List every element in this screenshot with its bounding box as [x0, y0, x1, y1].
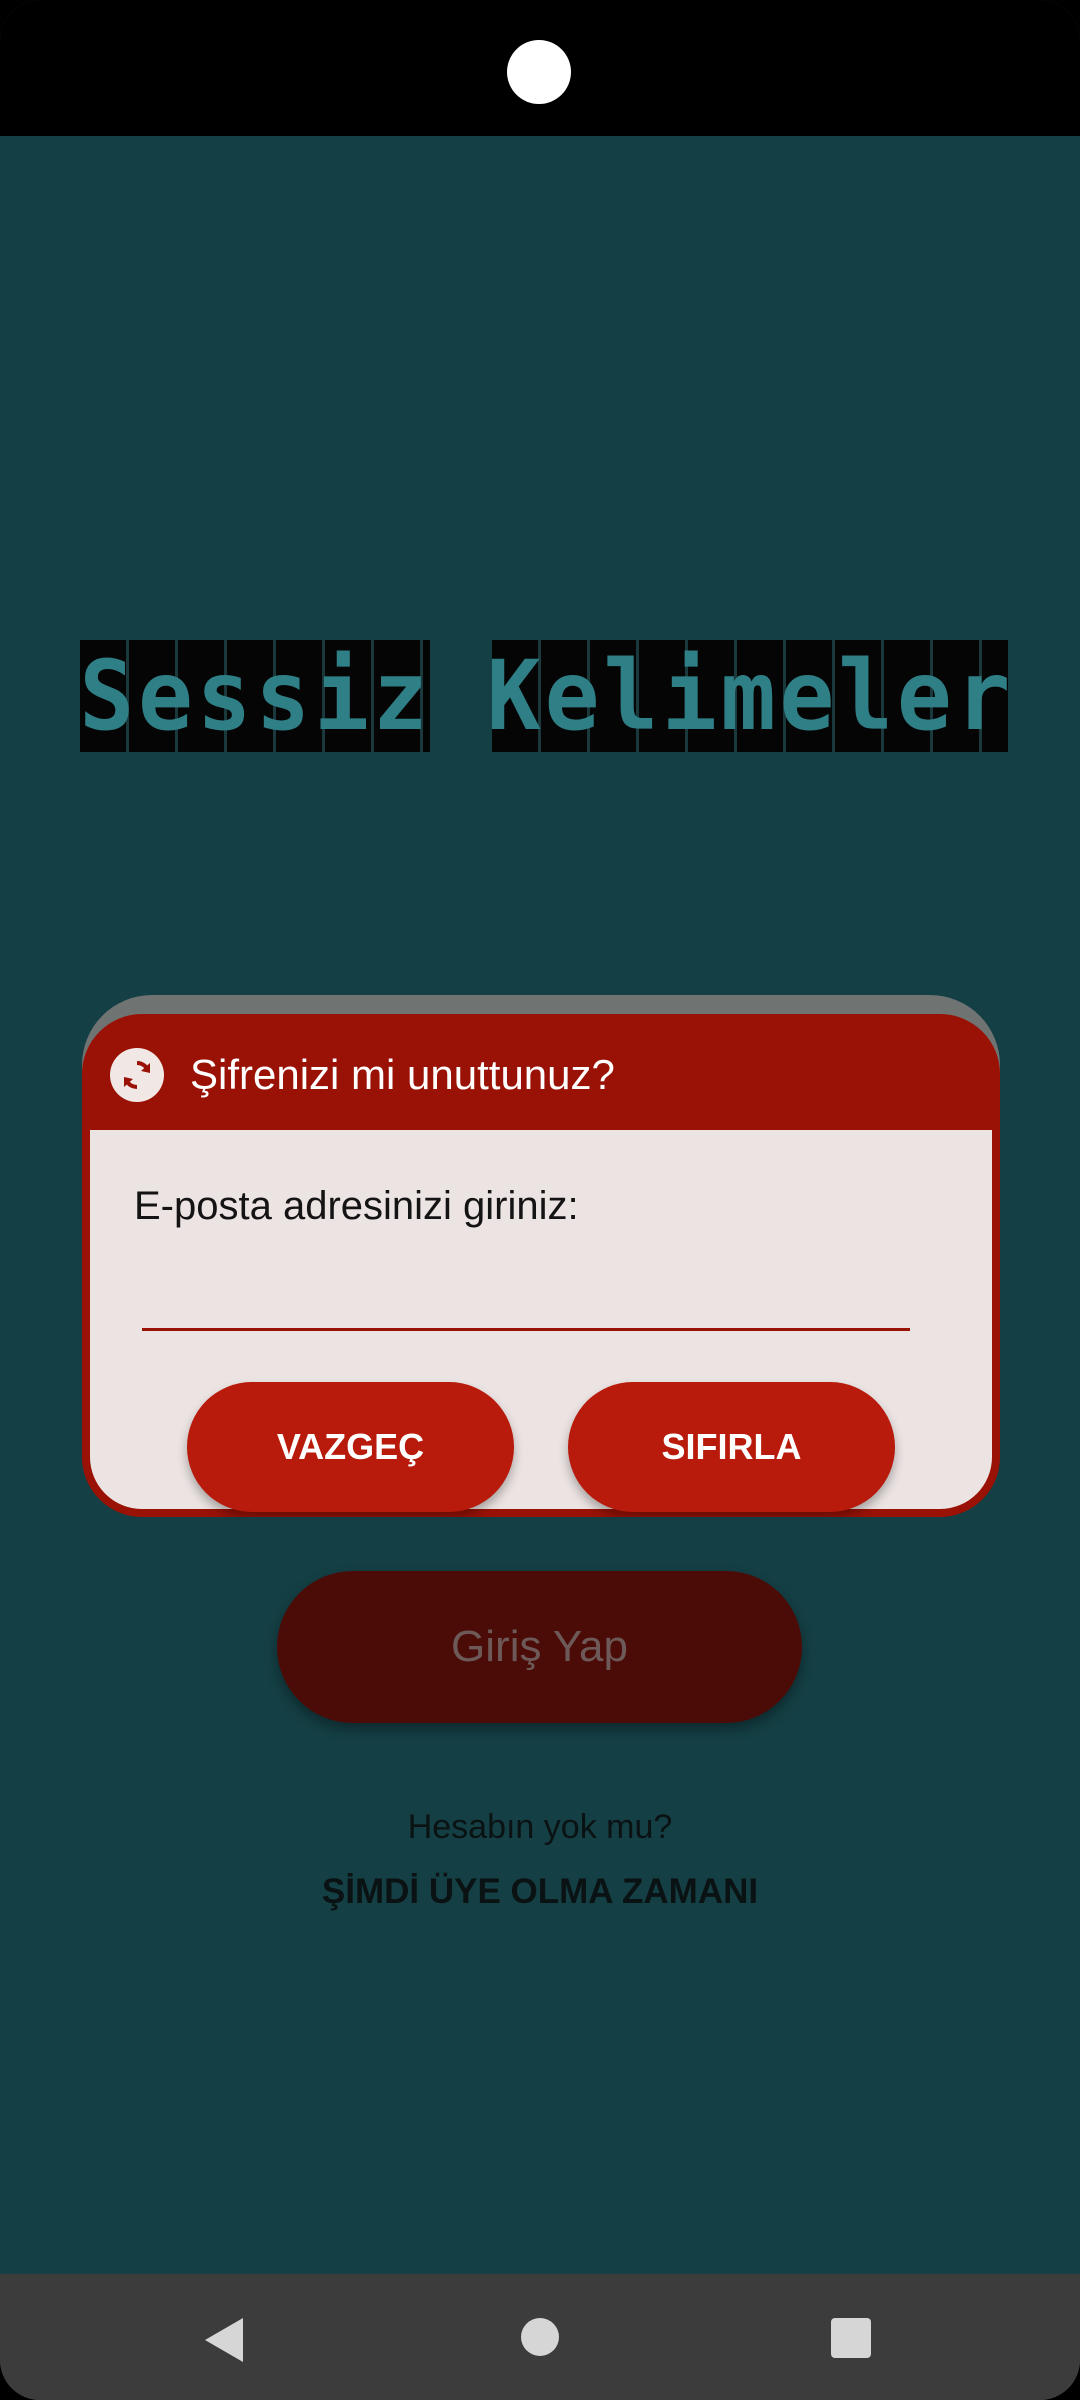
dialog-body: E-posta adresinizi giriniz: VAZGEÇ SIFIR…	[90, 1130, 992, 1512]
no-account-text: Hesabın yok mu?	[407, 1808, 673, 1846]
back-triangle-icon[interactable]	[205, 2318, 243, 2362]
app-logo-word-1: Sessiz	[80, 640, 430, 752]
forgot-password-dialog: Şifrenizi mi unuttunuz? E-posta adresini…	[82, 1014, 1000, 1517]
signup-link[interactable]: ŞİMDİ ÜYE OLMA ZAMANI	[0, 1872, 1080, 1912]
front-camera-cutout	[507, 40, 571, 104]
email-prompt-label: E-posta adresinizi giriniz:	[134, 1184, 579, 1228]
home-circle-icon[interactable]	[521, 2318, 559, 2356]
email-input[interactable]	[142, 1270, 910, 1331]
login-button[interactable]: Giriş Yap	[277, 1571, 802, 1723]
dialog-header: Şifrenizi mi unuttunuz?	[82, 1014, 1000, 1130]
navigation-bar	[0, 2274, 1080, 2400]
recents-square-icon[interactable]	[831, 2318, 871, 2358]
status-bar	[0, 0, 1080, 136]
phone-screen: Sessiz Kelimeler Giriş Yap Hesabın yok m…	[0, 0, 1080, 2400]
logo-word-2-text: Kelimeler	[492, 640, 1008, 752]
dialog-title: Şifrenizi mi unuttunuz?	[190, 1051, 615, 1098]
reset-button[interactable]: SIFIRLA	[568, 1382, 895, 1512]
app-logo-word-2: Kelimeler	[492, 640, 1008, 752]
cancel-button[interactable]: VAZGEÇ	[187, 1382, 514, 1512]
logo-word-1-text: Sessiz	[80, 640, 430, 752]
refresh-icon	[110, 1048, 164, 1102]
